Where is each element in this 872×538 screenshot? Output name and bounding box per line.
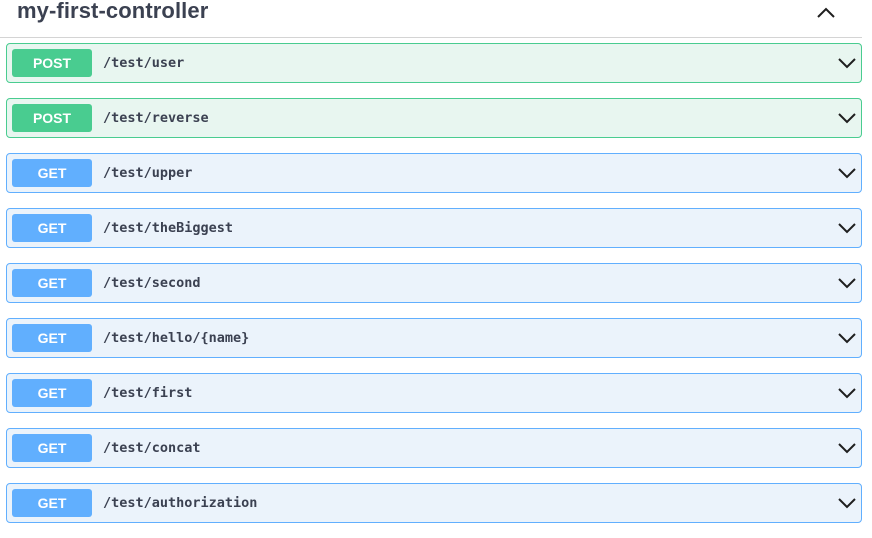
- chevron-down-icon[interactable]: [837, 55, 857, 71]
- chevron-down-icon[interactable]: [837, 165, 857, 181]
- chevron-down-icon[interactable]: [837, 440, 857, 456]
- method-badge: GET: [12, 324, 92, 352]
- chevron-down-icon[interactable]: [837, 220, 857, 236]
- operation-path: /test/authorization: [103, 495, 258, 511]
- operation-path: /test/second: [103, 275, 201, 291]
- method-badge: GET: [12, 269, 92, 297]
- chevron-down-icon[interactable]: [837, 110, 857, 126]
- operation-get-test-upper[interactable]: GET /test/upper: [6, 153, 862, 193]
- method-badge: POST: [12, 104, 92, 132]
- method-badge: GET: [12, 214, 92, 242]
- chevron-up-icon[interactable]: [814, 4, 838, 22]
- operation-path: /test/theBiggest: [103, 220, 234, 236]
- operation-get-test-first[interactable]: GET /test/first: [6, 373, 862, 413]
- section-title[interactable]: my-first-controller: [17, 0, 208, 24]
- operation-post-test-user[interactable]: POST /test/user: [6, 43, 862, 83]
- method-badge: POST: [12, 49, 92, 77]
- operation-path: /test/hello/{name}: [103, 330, 250, 346]
- chevron-down-icon[interactable]: [837, 275, 857, 291]
- section-header[interactable]: my-first-controller: [0, 0, 862, 38]
- chevron-down-icon[interactable]: [837, 330, 857, 346]
- method-badge: GET: [12, 434, 92, 462]
- operation-path: /test/first: [103, 385, 193, 401]
- method-badge: GET: [12, 489, 92, 517]
- chevron-down-icon[interactable]: [837, 385, 857, 401]
- method-badge: GET: [12, 379, 92, 407]
- operation-post-test-reverse[interactable]: POST /test/reverse: [6, 98, 862, 138]
- operation-path: /test/upper: [103, 165, 193, 181]
- operation-path: /test/concat: [103, 440, 201, 456]
- operation-get-test-authorization[interactable]: GET /test/authorization: [6, 483, 862, 523]
- chevron-down-icon[interactable]: [837, 495, 857, 511]
- operation-get-test-concat[interactable]: GET /test/concat: [6, 428, 862, 468]
- operation-path: /test/reverse: [103, 110, 209, 126]
- operation-get-test-hello-name[interactable]: GET /test/hello/{name}: [6, 318, 862, 358]
- operation-list: POST /test/user POST /test/reverse GET /…: [6, 43, 862, 538]
- operation-path: /test/user: [103, 55, 185, 71]
- operation-get-test-second[interactable]: GET /test/second: [6, 263, 862, 303]
- operation-get-test-thebiggest[interactable]: GET /test/theBiggest: [6, 208, 862, 248]
- method-badge: GET: [12, 159, 92, 187]
